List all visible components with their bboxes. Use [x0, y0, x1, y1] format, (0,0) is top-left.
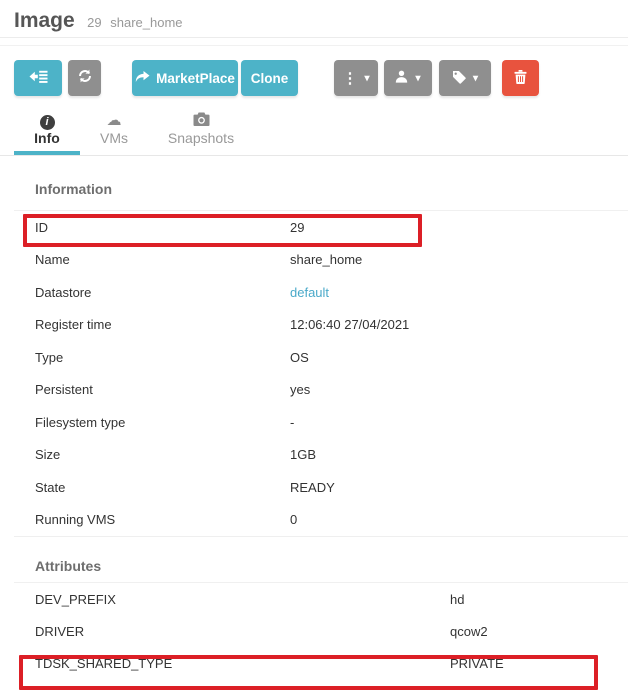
table-row-persistent: Persistent yes: [14, 374, 628, 407]
ellipsis-vertical-icon: ⋮: [342, 69, 357, 87]
page-header: Image 29 share_home: [0, 0, 628, 38]
refresh-icon: [78, 69, 92, 88]
tab-snapshots[interactable]: Snapshots: [148, 104, 254, 155]
marketplace-button[interactable]: MarketPlace: [132, 60, 238, 96]
resource-id: 29: [87, 15, 101, 30]
table-row-id: ID 29: [14, 211, 628, 244]
chevron-down-icon: ▾: [473, 73, 478, 84]
row-key: Filesystem type: [35, 415, 290, 430]
row-key: Type: [35, 350, 290, 365]
tab-snapshots-label: Snapshots: [148, 130, 254, 146]
marketplace-button-label: MarketPlace: [156, 71, 235, 86]
row-key: Persistent: [35, 382, 290, 397]
row-key: Size: [35, 447, 290, 462]
table-row-size: Size 1GB: [14, 439, 628, 472]
table-row-running-vms: Running VMS 0: [14, 504, 628, 537]
row-value: 29: [290, 220, 628, 235]
row-value: -: [290, 415, 628, 430]
datastore-link[interactable]: default: [290, 285, 329, 300]
attributes-section-title: Attributes: [14, 537, 628, 583]
page-title: Image: [14, 9, 75, 33]
tab-vms-label: VMs: [80, 130, 148, 146]
ownership-dropdown[interactable]: ▾: [384, 60, 432, 96]
row-key: State: [35, 480, 290, 495]
forward-arrow-icon: [135, 71, 156, 86]
table-row-name: Name share_home: [14, 244, 628, 277]
more-actions-dropdown[interactable]: ⋮ ▾: [334, 60, 378, 96]
table-row-filesystem-type: Filesystem type -: [14, 406, 628, 439]
row-key: Datastore: [35, 285, 290, 300]
toolbar: MarketPlace Clone ⋮ ▾ ▾: [0, 46, 628, 92]
tab-info[interactable]: Info: [14, 104, 80, 155]
page-subtitle: 29 share_home: [87, 15, 187, 30]
back-to-list-button[interactable]: [14, 60, 62, 96]
table-row-tdsk-shared-type: TDSK_SHARED_TYPE PRIVATE: [14, 648, 628, 680]
table-row-datastore: Datastore default: [14, 276, 628, 309]
tab-info-label: Info: [14, 130, 80, 146]
row-value: hd: [450, 592, 628, 607]
row-key: DRIVER: [35, 624, 450, 639]
row-key: Register time: [35, 317, 290, 332]
table-row-register-time: Register time 12:06:40 27/04/2021: [14, 309, 628, 342]
row-value: OS: [290, 350, 628, 365]
cloud-icon: ☁: [80, 112, 148, 129]
row-value: yes: [290, 382, 628, 397]
clone-button-label: Clone: [251, 71, 289, 86]
clone-button[interactable]: Clone: [241, 60, 298, 96]
table-row-state: State READY: [14, 471, 628, 504]
row-value: qcow2: [450, 624, 628, 639]
row-value: READY: [290, 480, 628, 495]
user-icon: [395, 70, 408, 86]
row-key: TDSK_SHARED_TYPE: [35, 656, 450, 671]
header-divider: [0, 38, 628, 46]
row-key: Name: [35, 252, 290, 267]
row-key: DEV_PREFIX: [35, 592, 450, 607]
row-value: PRIVATE: [450, 656, 628, 671]
row-value: 0: [290, 512, 628, 527]
image-detail-panel: Image 29 share_home: [0, 0, 628, 694]
tab-bar: Info ☁ VMs Snapshots: [0, 104, 628, 156]
row-value: share_home: [290, 252, 628, 267]
attributes-section: Attributes DEV_PREFIX hd DRIVER qcow2 TD…: [14, 537, 628, 680]
camera-icon: [148, 112, 254, 129]
table-row-driver: DRIVER qcow2: [14, 615, 628, 647]
row-value: 12:06:40 27/04/2021: [290, 317, 628, 332]
trash-icon: [514, 70, 527, 87]
info-circle-icon: [40, 115, 55, 130]
arrow-left-list-icon: [29, 70, 48, 86]
row-key: ID: [35, 220, 290, 235]
chevron-down-icon: ▾: [364, 73, 369, 84]
table-row-type: Type OS: [14, 341, 628, 374]
tag-icon: [452, 70, 466, 87]
labels-dropdown[interactable]: ▾: [439, 60, 491, 96]
row-value: 1GB: [290, 447, 628, 462]
refresh-button[interactable]: [68, 60, 101, 96]
chevron-down-icon: ▾: [415, 73, 420, 84]
table-row-dev-prefix: DEV_PREFIX hd: [14, 583, 628, 615]
resource-name: share_home: [110, 15, 182, 30]
delete-button[interactable]: [502, 60, 539, 96]
information-section: Information ID 29 Name share_home Datast…: [14, 156, 628, 537]
tab-vms[interactable]: ☁ VMs: [80, 104, 148, 155]
information-section-title: Information: [14, 156, 628, 211]
row-key: Running VMS: [35, 512, 290, 527]
